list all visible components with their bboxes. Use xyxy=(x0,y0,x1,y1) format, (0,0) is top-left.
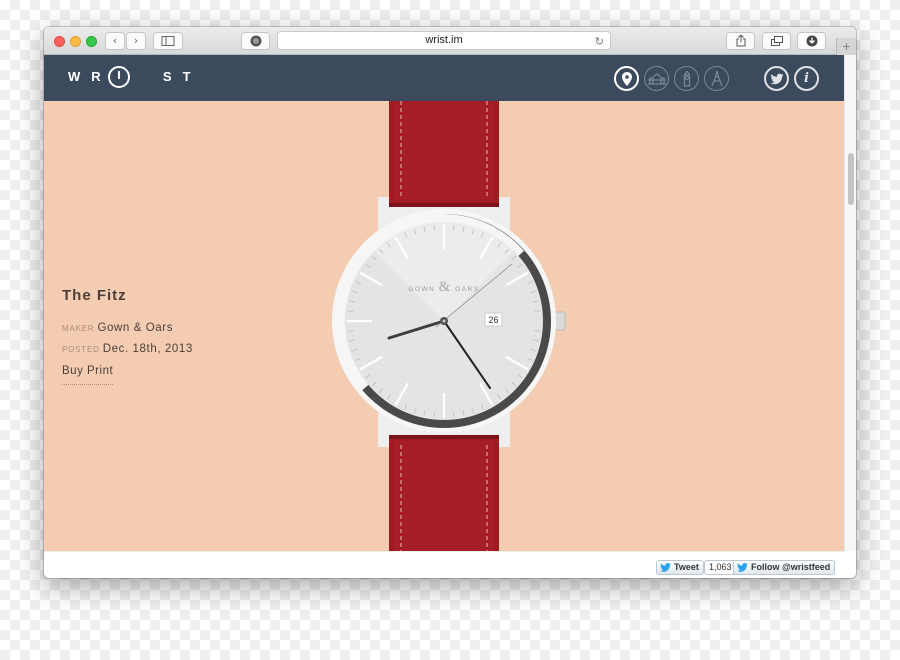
zoom-window-button[interactable] xyxy=(86,36,97,47)
download-icon xyxy=(806,35,817,47)
location-pin-icon[interactable] xyxy=(614,66,639,91)
tweet-button[interactable]: Tweet xyxy=(656,560,704,575)
tabs-overview-button[interactable] xyxy=(762,32,791,50)
close-window-button[interactable] xyxy=(54,36,65,47)
tweet-count: 1,063 xyxy=(704,560,737,575)
new-tab-button[interactable]: + xyxy=(836,38,856,56)
twitter-bird-icon xyxy=(737,563,748,572)
watch-strap-bottom xyxy=(389,435,499,551)
date-number: 26 xyxy=(488,315,498,325)
eiffel-tower-icon[interactable] xyxy=(704,66,729,91)
share-icon xyxy=(736,35,745,47)
address-bar[interactable]: wrist.im ↻ xyxy=(277,31,611,50)
bridge-icon[interactable] xyxy=(644,66,669,91)
watch-showcase: The Fitz MAKER Gown & Oars POSTED Dec. 18t… xyxy=(44,101,844,551)
info-icon[interactable]: i xyxy=(794,66,819,91)
dial-brand-ampersand: & xyxy=(439,279,452,295)
logo-text-left: WR xyxy=(68,69,112,84)
page-scrollbar[interactable] xyxy=(844,55,856,551)
ghost-extension-icon xyxy=(250,35,261,47)
watch-strap-top xyxy=(389,101,499,207)
info-glyph: i xyxy=(804,71,809,86)
dial-brand-right: OARS xyxy=(455,286,479,293)
follow-button[interactable]: Follow @wristfeed xyxy=(733,560,836,575)
url-text: wrist.im xyxy=(425,34,463,46)
tweet-label: Tweet xyxy=(674,562,699,572)
share-button[interactable] xyxy=(726,32,755,50)
follow-label: Follow @wristfeed xyxy=(751,562,831,572)
chevron-right-icon: › xyxy=(133,34,139,47)
twitter-icon[interactable] xyxy=(764,66,789,91)
forward-button[interactable]: › xyxy=(126,32,146,50)
scrollbar-thumb[interactable] xyxy=(848,153,854,205)
extension-button[interactable] xyxy=(241,32,270,50)
tabs-icon xyxy=(770,36,783,46)
twitter-bird-icon xyxy=(660,563,671,572)
minimize-window-button[interactable] xyxy=(70,36,81,47)
downloads-button[interactable] xyxy=(797,32,826,50)
browser-toolbar: ‹ › wrist.im ↻ + xyxy=(44,27,856,56)
sidebar-icon xyxy=(161,36,175,46)
browser-window: ‹ › wrist.im ↻ + WR ST i The Fitz MAKER … xyxy=(44,27,856,578)
site-logo[interactable]: WR ST xyxy=(68,69,202,84)
dial-brand-left: GOWN xyxy=(408,286,435,293)
big-ben-icon[interactable] xyxy=(674,66,699,91)
logo-dial-icon xyxy=(108,66,130,88)
site-header: WR ST i xyxy=(44,55,844,101)
reload-icon[interactable]: ↻ xyxy=(595,33,604,50)
back-button[interactable]: ‹ xyxy=(105,32,125,50)
sidebar-button[interactable] xyxy=(153,32,183,50)
logo-text-right: ST xyxy=(162,69,202,84)
watch-illustration: GOWN & OARS 26 xyxy=(332,101,566,551)
page-footer: Tweet 1,063 Follow @wristfeed xyxy=(44,551,844,578)
chevron-left-icon: ‹ xyxy=(112,34,118,47)
